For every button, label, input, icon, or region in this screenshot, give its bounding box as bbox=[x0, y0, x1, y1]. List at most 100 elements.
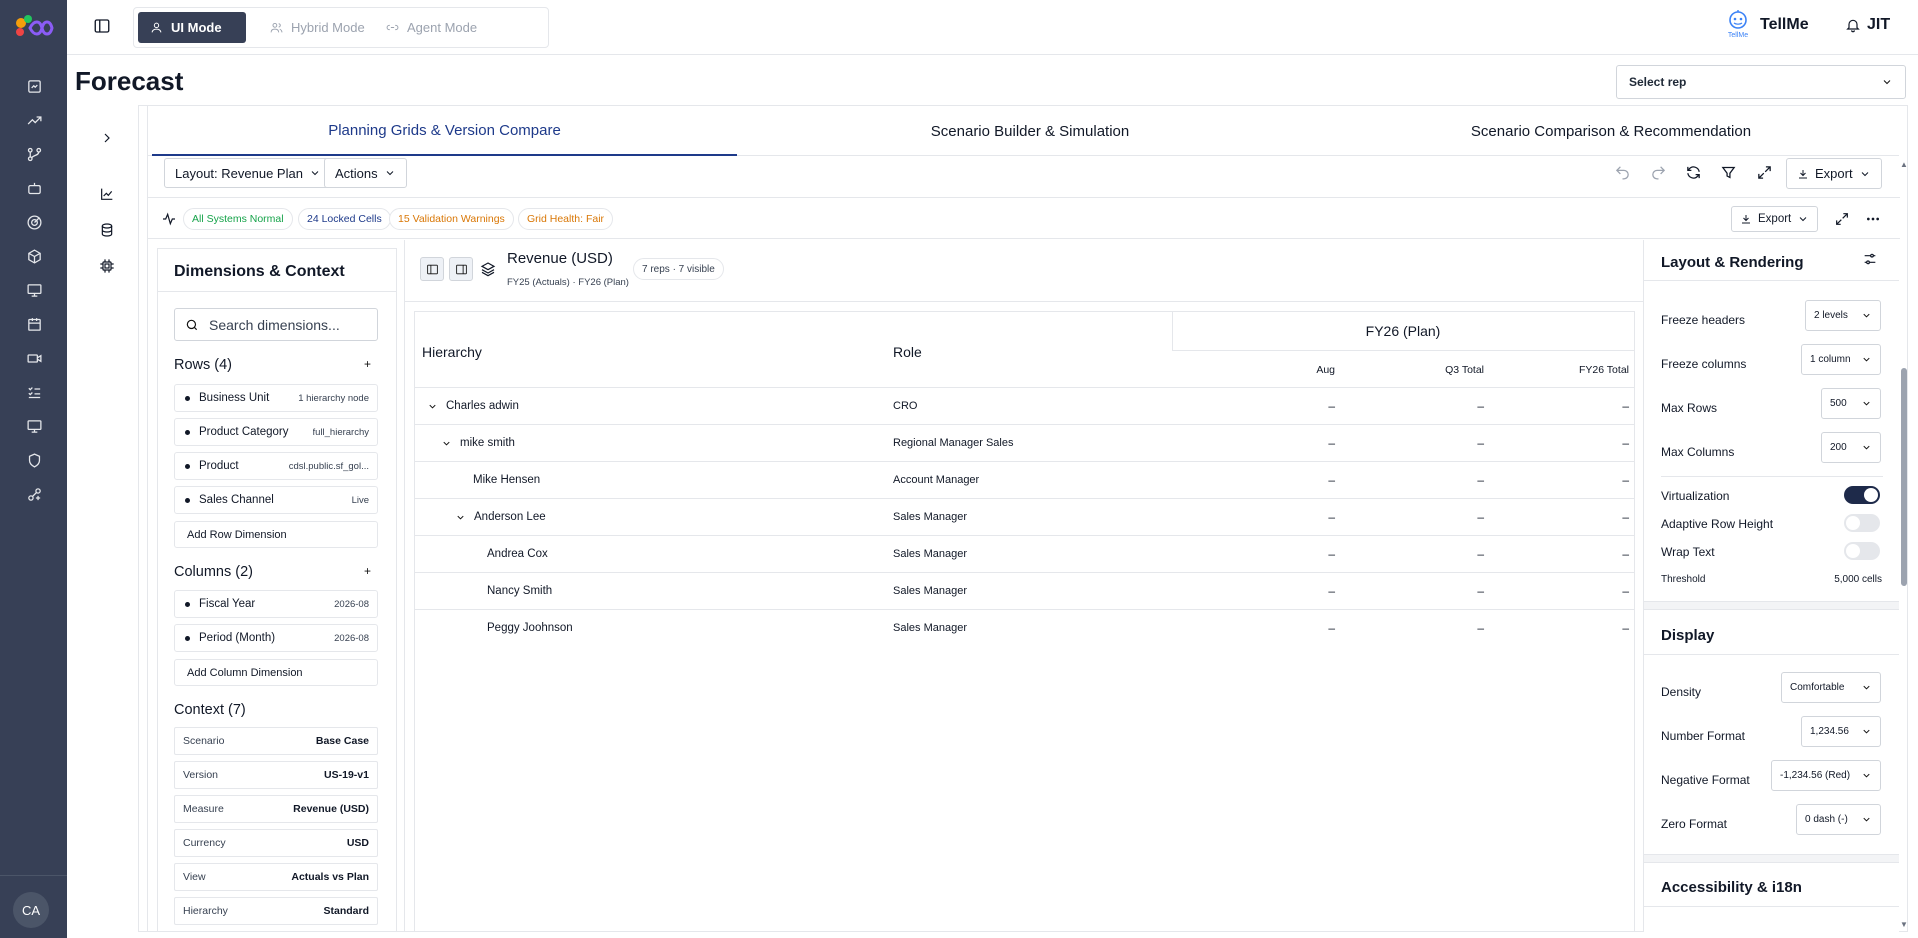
value-cell-aug[interactable]: – bbox=[1305, 510, 1335, 524]
chart-icon[interactable] bbox=[99, 186, 115, 202]
video-icon[interactable] bbox=[24, 348, 44, 368]
group-header-fy26-plan[interactable]: FY26 (Plan) bbox=[1172, 323, 1634, 339]
page-scrollbar[interactable]: ▲ ▼ bbox=[1900, 160, 1908, 932]
wrap-text-toggle[interactable] bbox=[1844, 542, 1880, 560]
table-row[interactable]: Charles adwin CRO – – – bbox=[415, 388, 1634, 425]
column-header-q3-total[interactable]: Q3 Total bbox=[1335, 364, 1484, 376]
add-column-plus-icon[interactable]: + bbox=[364, 564, 371, 578]
column-header-role[interactable]: Role bbox=[893, 344, 922, 360]
table-row[interactable]: Mike Hensen Account Manager – – – bbox=[415, 462, 1634, 499]
target-icon[interactable] bbox=[24, 212, 44, 232]
display-icon[interactable] bbox=[24, 416, 44, 436]
scrollbar-thumb[interactable] bbox=[1901, 368, 1907, 586]
jit-button[interactable]: JIT bbox=[1845, 16, 1890, 34]
status-grid-health[interactable]: Grid Health: Fair bbox=[518, 208, 614, 230]
chevron-down-icon[interactable] bbox=[427, 401, 438, 412]
chevron-right-icon[interactable] bbox=[99, 130, 115, 146]
add-row-dimension-button[interactable]: Add Row Dimension bbox=[174, 521, 378, 548]
refresh-icon[interactable] bbox=[1685, 164, 1703, 182]
value-cell-fy26-total[interactable]: – bbox=[1599, 510, 1629, 524]
cube-icon[interactable] bbox=[24, 246, 44, 266]
row-dimension-item[interactable]: Product cdsl.public.sf_gol... bbox=[174, 452, 378, 480]
column-header-aug[interactable]: Aug bbox=[1195, 364, 1335, 376]
status-all-systems-normal[interactable]: All Systems Normal bbox=[183, 208, 293, 230]
table-row[interactable]: Anderson Lee Sales Manager – – – bbox=[415, 499, 1634, 536]
value-cell-q3-total[interactable]: – bbox=[1454, 473, 1484, 487]
max-rows-select[interactable]: 500 bbox=[1821, 388, 1881, 419]
freeze-columns-select[interactable]: 1 column bbox=[1801, 344, 1881, 375]
table-row[interactable]: Andrea Cox Sales Manager – – – bbox=[415, 536, 1634, 573]
zero-format-select[interactable]: 0 dash (-) bbox=[1796, 804, 1881, 835]
value-cell-fy26-total[interactable]: – bbox=[1599, 621, 1629, 635]
chip-icon[interactable] bbox=[99, 258, 115, 274]
sidebar-toggle-icon[interactable] bbox=[93, 17, 111, 35]
context-item[interactable]: Currency USD bbox=[174, 829, 378, 857]
value-cell-q3-total[interactable]: – bbox=[1454, 436, 1484, 450]
table-row[interactable]: mike smith Regional Manager Sales – – – bbox=[415, 425, 1634, 462]
value-cell-fy26-total[interactable]: – bbox=[1599, 584, 1629, 598]
agent-mode-button[interactable]: Agent Mode bbox=[374, 12, 489, 43]
database-icon[interactable] bbox=[99, 222, 115, 238]
row-dimension-item[interactable]: Business Unit 1 hierarchy node bbox=[174, 384, 378, 412]
value-cell-q3-total[interactable]: – bbox=[1454, 510, 1484, 524]
bot-icon[interactable] bbox=[24, 178, 44, 198]
redo-icon[interactable] bbox=[1650, 164, 1668, 182]
add-column-dimension-button[interactable]: Add Column Dimension bbox=[174, 659, 378, 686]
fullscreen-icon[interactable] bbox=[1834, 211, 1850, 227]
avatar[interactable]: CA bbox=[13, 892, 49, 928]
context-item[interactable]: Version US-19-v1 bbox=[174, 761, 378, 789]
freeze-headers-select[interactable]: 2 levels bbox=[1805, 300, 1881, 331]
value-cell-q3-total[interactable]: – bbox=[1454, 584, 1484, 598]
status-locked-cells[interactable]: 24 Locked Cells bbox=[298, 208, 391, 230]
branch-icon[interactable] bbox=[24, 144, 44, 164]
sparkle-icon[interactable] bbox=[24, 484, 44, 504]
search-dimensions-input[interactable]: Search dimensions... bbox=[174, 308, 378, 341]
tellme-button[interactable]: TellMe TellMe bbox=[1724, 10, 1809, 40]
table-row[interactable]: Peggy Joohnson Sales Manager – – – bbox=[415, 610, 1634, 647]
grid-export-button[interactable]: Export bbox=[1731, 206, 1819, 232]
negative-format-select[interactable]: -1,234.56 (Red) bbox=[1771, 760, 1881, 791]
ui-mode-button[interactable]: UI Mode bbox=[138, 12, 246, 43]
layout-dropdown[interactable]: Layout: Revenue Plan bbox=[164, 158, 332, 188]
row-dimension-item[interactable]: Product Category full_hierarchy bbox=[174, 418, 378, 446]
scroll-down-icon[interactable]: ▼ bbox=[1900, 920, 1908, 929]
value-cell-fy26-total[interactable]: – bbox=[1599, 547, 1629, 561]
select-rep-dropdown[interactable]: Select rep bbox=[1616, 65, 1906, 99]
status-validation-warnings[interactable]: 15 Validation Warnings bbox=[389, 208, 514, 230]
row-dimension-item[interactable]: Sales Channel Live bbox=[174, 486, 378, 514]
virtualization-toggle[interactable] bbox=[1844, 486, 1880, 504]
value-cell-aug[interactable]: – bbox=[1305, 547, 1335, 561]
value-cell-fy26-total[interactable]: – bbox=[1599, 473, 1629, 487]
actions-dropdown[interactable]: Actions bbox=[324, 158, 407, 188]
value-cell-aug[interactable]: – bbox=[1305, 621, 1335, 635]
tab-scenario-builder[interactable]: Scenario Builder & Simulation bbox=[737, 106, 1323, 156]
left-panel-toggle-icon[interactable] bbox=[420, 257, 444, 281]
filter-icon[interactable] bbox=[1720, 164, 1738, 182]
value-cell-q3-total[interactable]: – bbox=[1454, 399, 1484, 413]
value-cell-fy26-total[interactable]: – bbox=[1599, 399, 1629, 413]
more-icon[interactable] bbox=[1865, 211, 1881, 227]
calendar-icon[interactable] bbox=[24, 314, 44, 334]
column-header-fy26-total[interactable]: FY26 Total bbox=[1484, 364, 1629, 376]
context-item[interactable]: Measure Revenue (USD) bbox=[174, 795, 378, 823]
dashboard-icon[interactable] bbox=[24, 76, 44, 96]
scroll-up-icon[interactable]: ▲ bbox=[1900, 160, 1908, 169]
adaptive-row-height-toggle[interactable] bbox=[1844, 514, 1880, 532]
density-select[interactable]: Comfortable bbox=[1781, 672, 1881, 703]
context-item[interactable]: Hierarchy Standard bbox=[174, 897, 378, 925]
context-item[interactable]: Scenario Base Case bbox=[174, 727, 378, 755]
column-header-hierarchy[interactable]: Hierarchy bbox=[422, 344, 482, 360]
value-cell-aug[interactable]: – bbox=[1305, 436, 1335, 450]
right-panel-toggle-icon[interactable] bbox=[449, 257, 473, 281]
undo-icon[interactable] bbox=[1614, 164, 1632, 182]
value-cell-aug[interactable]: – bbox=[1305, 473, 1335, 487]
trend-icon[interactable] bbox=[24, 110, 44, 130]
tab-scenario-comparison[interactable]: Scenario Comparison & Recommendation bbox=[1323, 106, 1899, 156]
number-format-select[interactable]: 1,234.56 bbox=[1801, 716, 1881, 747]
value-cell-aug[interactable]: – bbox=[1305, 399, 1335, 413]
export-button[interactable]: Export bbox=[1786, 158, 1882, 189]
sliders-icon[interactable] bbox=[1862, 251, 1878, 267]
column-dimension-item[interactable]: Period (Month) 2026-08 bbox=[174, 624, 378, 652]
table-row[interactable]: Nancy Smith Sales Manager – – – bbox=[415, 573, 1634, 610]
shield-icon[interactable] bbox=[24, 450, 44, 470]
